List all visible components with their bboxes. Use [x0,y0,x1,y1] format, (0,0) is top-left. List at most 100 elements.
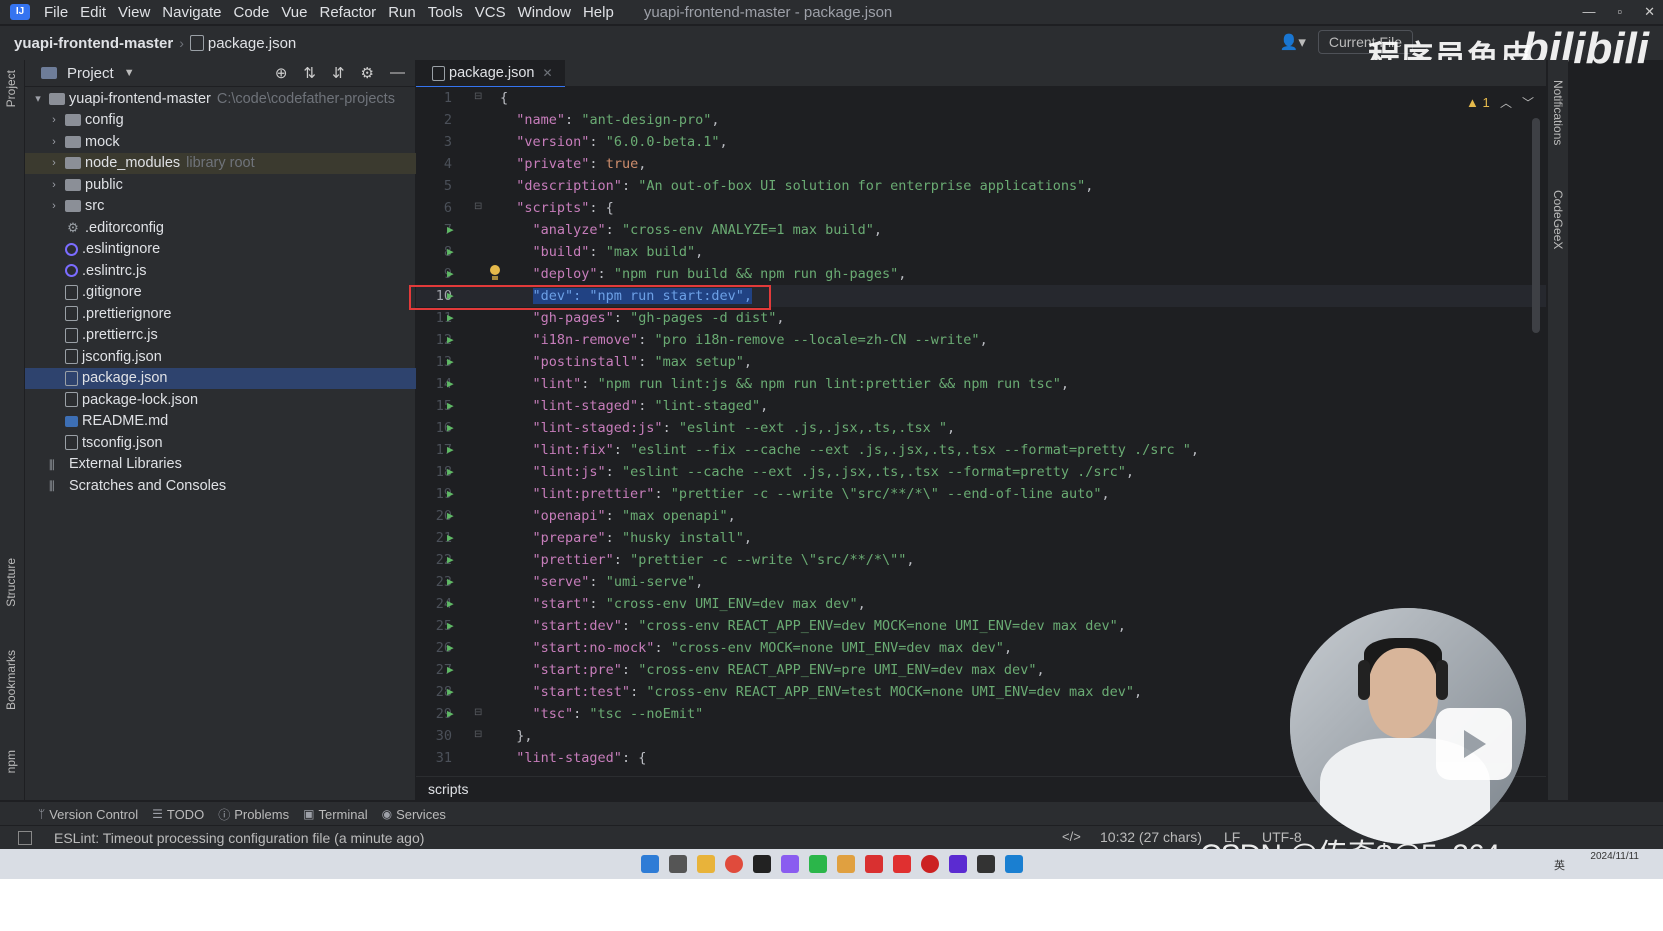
menu-item-window[interactable]: Window [512,4,577,21]
minimize-icon[interactable]: — [1582,0,1595,24]
tree-item[interactable]: package.json [25,367,437,389]
hide-panel-icon[interactable]: — [390,64,405,82]
chevron-right-icon[interactable]: › [47,136,61,148]
warning-navigation-icon[interactable]: ︿﹀ [1500,94,1544,111]
tree-item[interactable]: › mock [25,131,437,152]
chevron-right-icon[interactable]: › [47,157,61,169]
terminal-icon[interactable] [976,855,995,873]
tree-item[interactable]: ⚙ .editorconfig [25,217,437,238]
lightbulb-icon[interactable] [488,265,502,281]
npm-tool-button[interactable]: npm [4,750,18,773]
tool-window-todo[interactable]: ☰ TODO [152,807,204,822]
run-script-icon[interactable]: ▶ [447,307,454,329]
chevron-right-icon[interactable]: › [47,114,61,126]
tree-item[interactable]: .prettierrc.js [25,325,437,346]
close-icon[interactable]: ✕ [1644,0,1655,24]
run-script-icon[interactable]: ▶ [447,593,454,615]
chevron-right-icon[interactable]: › [47,200,61,212]
run-script-icon[interactable]: ▶ [447,527,454,549]
run-script-icon[interactable]: ▶ [447,659,454,681]
run-script-icon[interactable]: ▶ [447,615,454,637]
menu-item-vue[interactable]: Vue [275,4,313,21]
typora-icon[interactable] [752,855,771,873]
run-script-icon[interactable]: ▶ [447,263,454,285]
webstorm-icon[interactable] [948,855,967,873]
tree-item[interactable]: ⫼ External Libraries [25,454,421,475]
run-script-icon[interactable]: ▶ [447,703,454,725]
run-script-icon[interactable]: ▶ [447,681,454,703]
fold-marker-icon[interactable]: ⊟ [474,707,482,718]
menu-item-navigate[interactable]: Navigate [156,4,227,21]
wechat-icon[interactable] [808,855,827,873]
tree-item[interactable]: › config [25,110,437,131]
run-script-icon[interactable]: ▶ [447,417,454,439]
tree-item[interactable]: README.md [25,411,437,432]
tool-window-services[interactable]: ◉ Services [382,807,446,822]
menu-item-view[interactable]: View [112,4,156,21]
tree-item[interactable]: › src [25,196,437,217]
app-icon[interactable] [892,855,911,873]
notifications-tool-button[interactable]: Notifications [1551,80,1565,145]
chevron-down-icon[interactable]: ▾ [31,92,45,105]
app-icon[interactable] [836,855,855,873]
structure-tool-button[interactable]: Structure [4,558,18,607]
menu-item-file[interactable]: File [38,4,74,21]
run-script-icon[interactable]: ▶ [447,483,454,505]
breadcrumb-project[interactable]: yuapi-frontend-master [14,35,173,52]
fold-marker-icon[interactable]: ⊟ [474,201,482,212]
locate-file-icon[interactable]: ⊕ [275,64,288,82]
start-icon[interactable] [640,855,659,873]
expand-all-icon[interactable]: ⇅ [303,64,316,82]
warning-indicator[interactable]: ▲ 1 [1466,95,1490,110]
run-script-icon[interactable]: ▶ [447,439,454,461]
tree-item[interactable]: .eslintrc.js [25,260,437,281]
project-tool-button[interactable]: Project [4,70,18,107]
tool-window-problems[interactable]: ⓘ Problems [218,806,289,823]
file-explorer-icon[interactable] [696,855,715,873]
tree-item[interactable]: ⫼ Scratches and Consoles [25,475,421,496]
status-message[interactable]: ESLint: Timeout processing configuration… [54,830,424,846]
editor-scrollbar[interactable] [1532,118,1540,333]
project-view-title[interactable]: Project [67,65,114,82]
run-script-icon[interactable]: ▶ [447,549,454,571]
tree-item[interactable]: package-lock.json [25,389,437,410]
tree-item[interactable]: .prettierignore [25,303,437,324]
tree-item[interactable]: ▾ yuapi-frontend-master C:\code\codefather… [25,88,421,109]
tab-package-json[interactable]: package.json ✕ [416,60,565,88]
run-script-icon[interactable]: ▶ [447,351,454,373]
tool-window-terminal[interactable]: ▣ Terminal [303,807,367,822]
menu-item-code[interactable]: Code [227,4,275,21]
menu-item-run[interactable]: Run [382,4,422,21]
chevron-right-icon[interactable]: › [47,179,61,191]
run-script-icon[interactable]: ▶ [447,571,454,593]
menu-item-vcs[interactable]: VCS [469,4,512,21]
run-script-icon[interactable]: ▶ [447,461,454,483]
tool-window-version-control[interactable]: ᛘ Version Control [38,807,138,822]
codegeex-tool-button[interactable]: CodeGeeX [1551,190,1565,249]
clock[interactable]: 2024/11/11 [1590,851,1639,862]
code-icon[interactable]: </> [1062,829,1081,844]
tree-item[interactable]: jsconfig.json [25,346,437,367]
run-script-icon[interactable]: ▶ [447,373,454,395]
intellij-icon[interactable] [1004,855,1023,873]
input-language[interactable]: 英 [1554,857,1565,873]
toggle-tool-windows-icon[interactable] [18,831,32,845]
menu-item-refactor[interactable]: Refactor [313,4,382,21]
fold-marker-icon[interactable]: ⊟ [474,729,482,740]
caret-position[interactable]: 10:32 (27 chars) [1100,829,1202,845]
app-icon[interactable] [780,855,799,873]
breadcrumb-file[interactable]: package.json [208,35,296,52]
bookmarks-tool-button[interactable]: Bookmarks [4,650,18,710]
collapse-all-icon[interactable]: ⇵ [332,64,345,82]
menu-item-tools[interactable]: Tools [422,4,469,21]
record-icon[interactable] [920,855,939,873]
maximize-icon[interactable]: ▫ [1617,0,1622,24]
user-icon[interactable]: 👤▾ [1280,33,1306,51]
run-script-icon[interactable]: ▶ [447,241,454,263]
breadcrumb-scripts[interactable]: scripts [428,781,468,797]
tree-item[interactable]: › node_modules library root [25,152,437,174]
app-icon[interactable] [864,855,883,873]
chevron-down-icon[interactable]: ▼ [124,67,135,79]
fold-marker-icon[interactable]: ⊟ [474,91,482,102]
run-script-icon[interactable]: ▶ [447,329,454,351]
